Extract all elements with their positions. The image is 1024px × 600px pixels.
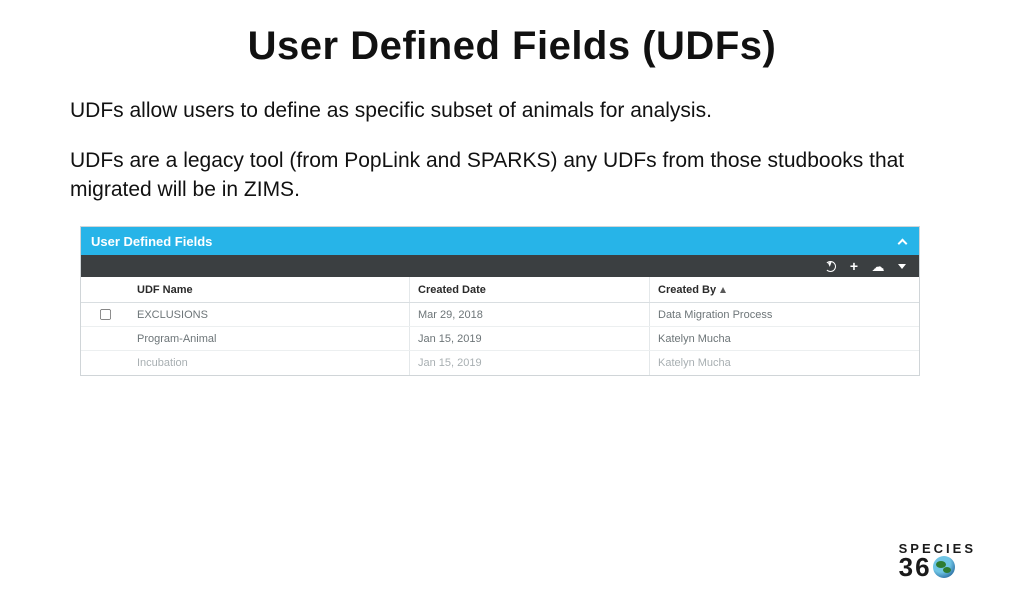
table-header: UDF Name Created Date Created By: [81, 277, 919, 303]
intro-text: UDFs allow users to define as specific s…: [70, 97, 954, 204]
cell-created-date: Jan 15, 2019: [409, 327, 649, 350]
col-header-created-date[interactable]: Created Date: [409, 277, 649, 302]
globe-icon: [933, 556, 955, 578]
cell-udf-name: EXCLUSIONS: [129, 309, 409, 321]
cell-created-by: Data Migration Process: [649, 303, 919, 326]
dropdown-icon[interactable]: [895, 259, 909, 273]
table-row[interactable]: Incubation Jan 15, 2019 Katelyn Mucha: [81, 351, 919, 375]
cell-created-date: Mar 29, 2018: [409, 303, 649, 326]
cell-created-by: Katelyn Mucha: [649, 351, 919, 375]
cell-udf-name: Program-Animal: [129, 333, 409, 345]
logo-line2: 3 6 0: [899, 554, 976, 580]
udf-panel: User Defined Fields + ☁ UDF Name Created…: [80, 226, 920, 376]
col-header-created-by[interactable]: Created By: [649, 277, 919, 302]
add-icon[interactable]: +: [847, 259, 861, 273]
logo-digit-6: 6: [915, 554, 929, 580]
refresh-icon[interactable]: [823, 259, 837, 273]
sort-asc-icon: [720, 287, 726, 293]
panel-header[interactable]: User Defined Fields: [81, 227, 919, 255]
cell-udf-name: Incubation: [129, 357, 409, 369]
intro-paragraph-1: UDFs allow users to define as specific s…: [70, 97, 954, 125]
col-header-udf-name[interactable]: UDF Name: [129, 284, 409, 296]
download-icon[interactable]: ☁: [871, 259, 885, 273]
page-title: User Defined Fields (UDFs): [0, 24, 1024, 69]
logo-digit-3: 3: [899, 554, 913, 580]
cell-created-date: Jan 15, 2019: [409, 351, 649, 375]
table-row[interactable]: EXCLUSIONS Mar 29, 2018 Data Migration P…: [81, 303, 919, 327]
collapse-icon[interactable]: [895, 234, 909, 248]
panel-toolbar: + ☁: [81, 255, 919, 277]
species360-logo: SPECIES 3 6 0: [899, 541, 976, 580]
panel-title: User Defined Fields: [91, 234, 212, 249]
table-row[interactable]: Program-Animal Jan 15, 2019 Katelyn Much…: [81, 327, 919, 351]
row-checkbox[interactable]: [99, 309, 110, 320]
col-header-created-by-label: Created By: [658, 284, 716, 296]
cell-created-by: Katelyn Mucha: [649, 327, 919, 350]
intro-paragraph-2: UDFs are a legacy tool (from PopLink and…: [70, 147, 954, 204]
